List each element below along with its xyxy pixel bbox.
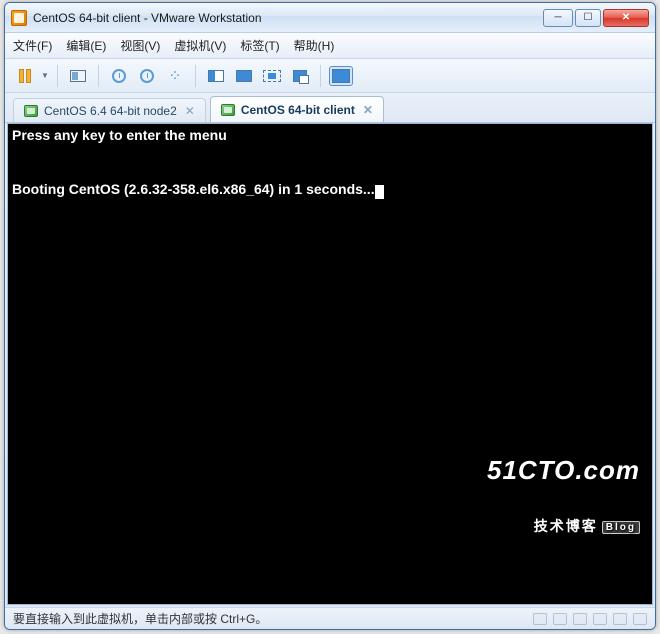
snapshot-manage-icon: ⁘: [168, 66, 181, 86]
fullscreen-icon: [236, 70, 252, 82]
console-line: Booting CentOS (2.6.32-358.el6.x86_64) i…: [12, 181, 375, 197]
watermark-badge: Blog: [602, 521, 640, 534]
watermark-brand: 51CTO.com: [487, 455, 640, 486]
power-dropdown[interactable]: ▼: [41, 71, 49, 80]
tab-label: CentOS 6.4 64-bit node2: [44, 104, 177, 118]
app-window: CentOS 64-bit client - VMware Workstatio…: [4, 2, 656, 630]
device-net-icon[interactable]: [573, 613, 587, 625]
device-cd-icon[interactable]: [553, 613, 567, 625]
vm-icon: [24, 105, 38, 117]
toolbar-separator: [57, 65, 58, 87]
tab-close-button[interactable]: ✕: [363, 103, 373, 117]
minimize-button[interactable]: ─: [543, 9, 573, 27]
toolbar: ▼ ⁘: [5, 59, 655, 93]
status-text: 要直接输入到此虚拟机，单击内部或按 Ctrl+G。: [13, 610, 267, 627]
pause-icon: [19, 69, 31, 83]
menubar: 文件(F) 编辑(E) 视图(V) 虚拟机(V) 标签(T) 帮助(H): [5, 33, 655, 59]
titlebar[interactable]: CentOS 64-bit client - VMware Workstatio…: [5, 3, 655, 33]
console-view-button[interactable]: [329, 66, 353, 86]
console-line: Press any key to enter the menu: [12, 127, 227, 143]
menu-vm[interactable]: 虚拟机(V): [174, 37, 226, 54]
seamless-button[interactable]: [260, 64, 284, 88]
unity-icon: [293, 70, 307, 82]
console-view-icon: [332, 69, 350, 83]
window-title: CentOS 64-bit client - VMware Workstatio…: [33, 11, 262, 25]
watermark-sub: 技术博客Blog: [487, 516, 640, 536]
maximize-button[interactable]: ☐: [575, 9, 601, 27]
fullscreen-button[interactable]: [232, 64, 256, 88]
snapshot-manage-button[interactable]: ⁘: [163, 64, 187, 88]
close-button[interactable]: ✕: [603, 9, 649, 27]
snapshot-icon: [70, 70, 86, 82]
snapshot-new-button[interactable]: [107, 64, 131, 88]
seamless-icon: [263, 70, 281, 82]
clock-revert-icon: [140, 69, 154, 83]
tab-label: CentOS 64-bit client: [241, 103, 355, 117]
device-printer-icon[interactable]: [633, 613, 647, 625]
menu-edit[interactable]: 编辑(E): [66, 37, 106, 54]
snapshot-take-button[interactable]: [66, 64, 90, 88]
pause-button[interactable]: [13, 64, 37, 88]
tabbar: CentOS 6.4 64-bit node2 ✕ CentOS 64-bit …: [5, 93, 655, 123]
fit-guest-icon: [208, 70, 224, 82]
unity-button[interactable]: [288, 64, 312, 88]
app-icon: [11, 10, 27, 26]
menu-view[interactable]: 视图(V): [120, 37, 160, 54]
window-controls: ─ ☐ ✕: [543, 9, 649, 27]
clock-new-icon: [112, 69, 126, 83]
toolbar-separator: [320, 65, 321, 87]
fit-guest-button[interactable]: [204, 64, 228, 88]
status-icons: [533, 613, 647, 625]
device-usb-icon[interactable]: [593, 613, 607, 625]
vm-icon: [221, 104, 235, 116]
device-sound-icon[interactable]: [613, 613, 627, 625]
menu-help[interactable]: 帮助(H): [294, 37, 335, 54]
watermark: 51CTO.com 技术博客Blog: [487, 423, 640, 568]
toolbar-separator: [195, 65, 196, 87]
toolbar-separator: [98, 65, 99, 87]
tab-close-button[interactable]: ✕: [185, 104, 195, 118]
menu-tabs[interactable]: 标签(T): [240, 37, 279, 54]
tab-vm-client[interactable]: CentOS 64-bit client ✕: [210, 96, 384, 122]
snapshot-revert-button[interactable]: [135, 64, 159, 88]
device-hdd-icon[interactable]: [533, 613, 547, 625]
menu-file[interactable]: 文件(F): [13, 37, 52, 54]
statusbar: 要直接输入到此虚拟机，单击内部或按 Ctrl+G。: [5, 607, 655, 629]
tab-vm-node2[interactable]: CentOS 6.4 64-bit node2 ✕: [13, 98, 206, 122]
text-cursor: [375, 185, 384, 199]
vm-console[interactable]: Press any key to enter the menu Booting …: [7, 123, 653, 605]
